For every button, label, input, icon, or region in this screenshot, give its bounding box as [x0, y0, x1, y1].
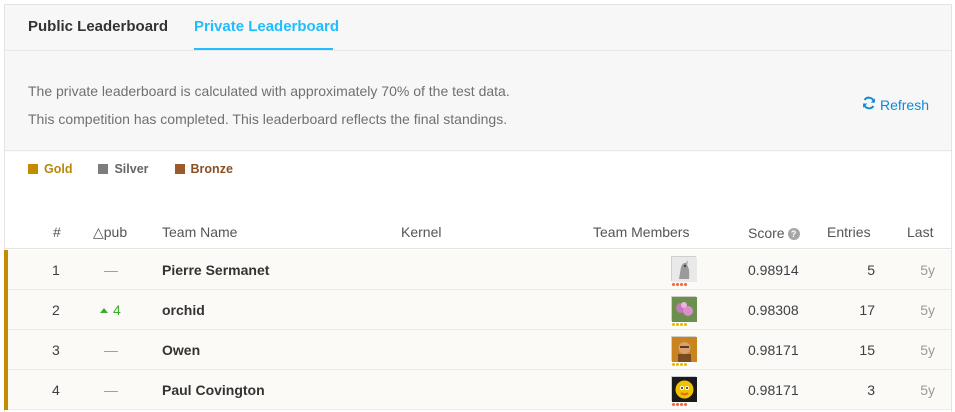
legend-gold-label: Gold: [44, 162, 73, 176]
score: 0.98914: [748, 262, 799, 278]
column-header-pub-delta[interactable]: △pub: [93, 224, 127, 241]
legend-silver: Silver: [98, 162, 149, 176]
entries-count: 15: [859, 342, 875, 358]
table-row[interactable]: 4 — Paul Covington 0.98171 3 5y: [4, 370, 951, 410]
gold-medal-stripe: [4, 250, 8, 290]
score-header-label: Score: [748, 225, 785, 241]
tab-public-leaderboard[interactable]: Public Leaderboard: [28, 18, 168, 35]
gold-medal-stripe: [4, 330, 8, 370]
up-arrow-icon: [100, 307, 108, 313]
rank: 1: [52, 262, 60, 278]
rank: 4: [52, 382, 60, 398]
score: 0.98171: [748, 342, 799, 358]
entries-count: 3: [867, 382, 875, 398]
tab-bar: Public Leaderboard Private Leaderboard: [5, 5, 951, 51]
pub-delta: —: [104, 382, 118, 398]
rank: 3: [52, 342, 60, 358]
score: 0.98171: [748, 382, 799, 398]
gold-medal-stripe: [4, 290, 8, 330]
team-name-link[interactable]: Paul Covington: [162, 382, 265, 398]
table-header: # △pub Team Name Kernel Team Members Sco…: [5, 220, 951, 249]
medal-legend: Gold Silver Bronze: [28, 162, 233, 176]
table-row[interactable]: 1 — Pierre Sermanet 0.98914 5 5y: [4, 250, 951, 290]
leaderboard-panel: Public Leaderboard Private Leaderboard T…: [4, 4, 952, 412]
refresh-icon: [862, 96, 876, 113]
column-header-score[interactable]: Score?: [748, 225, 800, 241]
tier-dots-icon: [672, 363, 687, 366]
column-header-last[interactable]: Last: [907, 224, 933, 240]
table-row[interactable]: 3 — Owen 0.98171 15 5y: [4, 330, 951, 370]
gold-medal-stripe: [4, 370, 8, 410]
help-icon[interactable]: ?: [787, 228, 800, 240]
legend-bronze-label: Bronze: [190, 162, 233, 176]
pub-delta: 4: [100, 302, 121, 318]
last-submission: 5y: [920, 302, 935, 318]
score: 0.98308: [748, 302, 799, 318]
pub-delta-value: 4: [113, 302, 121, 318]
last-submission: 5y: [920, 382, 935, 398]
column-header-entries[interactable]: Entries: [827, 224, 871, 240]
refresh-button[interactable]: Refresh: [862, 96, 929, 113]
leaderboard-info-box: The private leaderboard is calculated wi…: [5, 51, 951, 151]
team-name-link[interactable]: Pierre Sermanet: [162, 262, 269, 278]
active-tab-indicator: [194, 48, 333, 50]
team-name-link[interactable]: orchid: [162, 302, 205, 318]
legend-bronze: Bronze: [174, 162, 233, 176]
refresh-label: Refresh: [879, 96, 929, 113]
pub-delta: —: [104, 342, 118, 358]
tier-dots-icon: [672, 323, 687, 326]
column-header-rank[interactable]: #: [53, 224, 61, 240]
silver-swatch: [98, 164, 109, 174]
column-header-kernel[interactable]: Kernel: [401, 224, 441, 240]
last-submission: 5y: [920, 262, 935, 278]
entries-count: 5: [867, 262, 875, 278]
tier-dots-icon: [672, 283, 687, 286]
legend-silver-label: Silver: [114, 162, 149, 176]
team-member-avatar[interactable]: [671, 336, 697, 362]
column-header-team-name[interactable]: Team Name: [162, 224, 237, 240]
team-name-link[interactable]: Owen: [162, 342, 200, 358]
gold-swatch: [28, 164, 38, 174]
rank: 2: [52, 302, 60, 318]
entries-count: 17: [859, 302, 875, 318]
team-member-avatar[interactable]: [671, 256, 697, 282]
team-member-avatar[interactable]: [671, 376, 697, 402]
leaderboard-content: Gold Silver Bronze # △pub Team Name Kern…: [4, 152, 951, 412]
column-header-team-members[interactable]: Team Members: [593, 224, 689, 240]
team-member-avatar[interactable]: [671, 296, 697, 322]
legend-gold: Gold: [28, 162, 72, 176]
info-text-final-standings: This competition has completed. This lea…: [28, 111, 508, 127]
table-row[interactable]: 2 4 orchid 0.98308 17 5y: [4, 290, 951, 330]
tab-private-leaderboard[interactable]: Private Leaderboard: [194, 18, 339, 35]
last-submission: 5y: [920, 342, 935, 358]
info-text-private-calculation: The private leaderboard is calculated wi…: [28, 83, 510, 99]
bronze-swatch: [174, 164, 185, 174]
pub-delta: —: [104, 262, 118, 278]
tier-dots-icon: [672, 403, 687, 406]
